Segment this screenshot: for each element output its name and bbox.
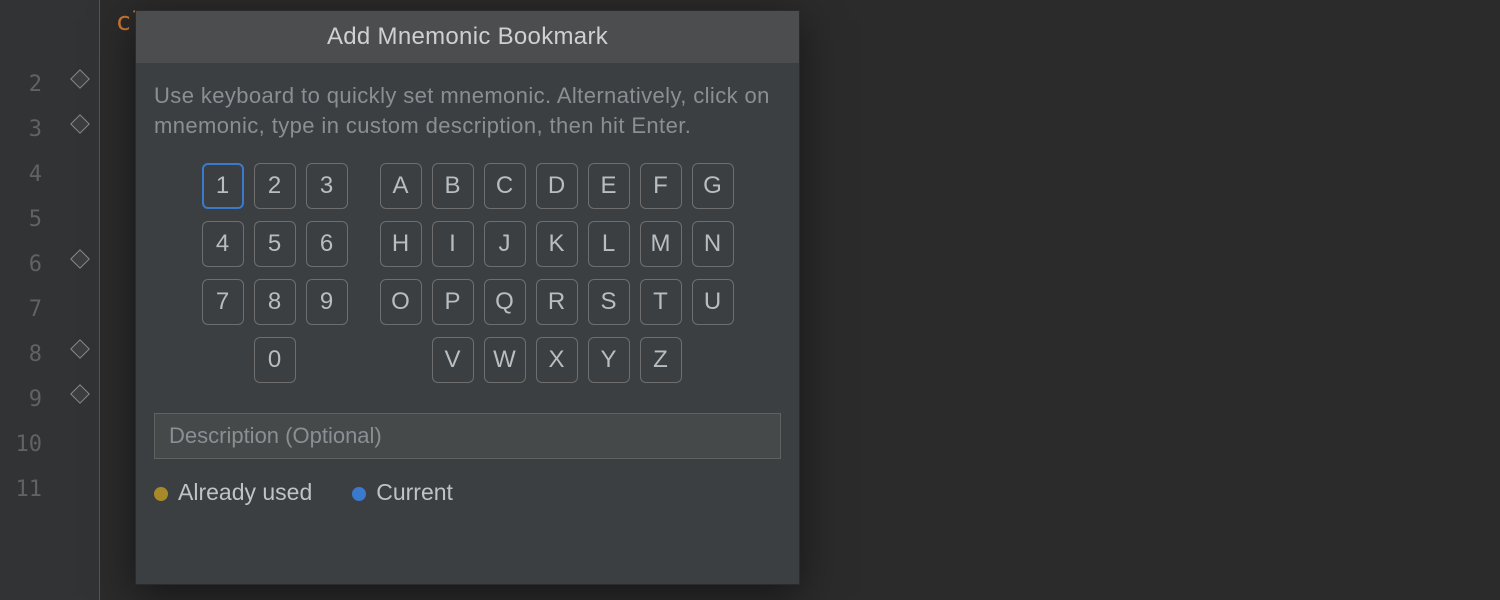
mnemonic-key-l[interactable]: L [588, 221, 630, 267]
popup-title: Add Mnemonic Bookmark [136, 11, 799, 63]
line-number: 9 [0, 377, 60, 422]
legend-dot-icon [352, 487, 366, 501]
popup-help-text: Use keyboard to quickly set mnemonic. Al… [154, 81, 781, 141]
mnemonic-key-k[interactable]: K [536, 221, 578, 267]
line-number: 11 [0, 467, 60, 512]
fold-marker-icon[interactable] [70, 384, 90, 404]
mnemonic-key-j[interactable]: J [484, 221, 526, 267]
mnemonic-key-h[interactable]: H [380, 221, 422, 267]
mnemonic-key-1[interactable]: 1 [202, 163, 244, 209]
line-number: 5 [0, 197, 60, 242]
mnemonic-key-t[interactable]: T [640, 279, 682, 325]
mnemonic-key-u[interactable]: U [692, 279, 734, 325]
mnemonic-key-r[interactable]: R [536, 279, 578, 325]
fold-marker-icon[interactable] [70, 249, 90, 269]
mnemonic-key-b[interactable]: B [432, 163, 474, 209]
mnemonic-key-6[interactable]: 6 [306, 221, 348, 267]
fold-marker-icon[interactable] [70, 69, 90, 89]
mnemonic-key-o[interactable]: O [380, 279, 422, 325]
fold-column [60, 0, 100, 600]
mnemonic-key-v[interactable]: V [432, 337, 474, 383]
mnemonic-key-5[interactable]: 5 [254, 221, 296, 267]
mnemonic-key-m[interactable]: M [640, 221, 682, 267]
mnemonic-key-d[interactable]: D [536, 163, 578, 209]
line-number: 6 [0, 242, 60, 287]
mnemonic-key-7[interactable]: 7 [202, 279, 244, 325]
add-mnemonic-bookmark-popup: Add Mnemonic Bookmark Use keyboard to qu… [135, 10, 800, 585]
line-number: 8 [0, 332, 60, 377]
mnemonic-key-grid: 123 456 7890 ABCDEFG HIJKLMN OPQRSTU VWXYZ [154, 163, 781, 383]
line-number: 2 [0, 62, 60, 107]
mnemonic-key-g[interactable]: G [692, 163, 734, 209]
mnemonic-key-s[interactable]: S [588, 279, 630, 325]
editor-gutter: 234567891011 [0, 0, 100, 600]
mnemonic-key-9[interactable]: 9 [306, 279, 348, 325]
mnemonic-key-z[interactable]: Z [640, 337, 682, 383]
mnemonic-key-q[interactable]: Q [484, 279, 526, 325]
mnemonic-key-n[interactable]: N [692, 221, 734, 267]
mnemonic-key-x[interactable]: X [536, 337, 578, 383]
legend-already-used: Already used [154, 479, 312, 506]
line-number: 4 [0, 152, 60, 197]
mnemonic-key-2[interactable]: 2 [254, 163, 296, 209]
fold-marker-icon[interactable] [70, 339, 90, 359]
line-number: 10 [0, 422, 60, 467]
legend-current: Current [352, 479, 453, 506]
mnemonic-key-y[interactable]: Y [588, 337, 630, 383]
description-input[interactable] [154, 413, 781, 459]
mnemonic-key-0[interactable]: 0 [254, 337, 296, 383]
mnemonic-key-3[interactable]: 3 [306, 163, 348, 209]
mnemonic-key-a[interactable]: A [380, 163, 422, 209]
mnemonic-key-w[interactable]: W [484, 337, 526, 383]
fold-marker-icon[interactable] [70, 114, 90, 134]
mnemonic-key-i[interactable]: I [432, 221, 474, 267]
legend: Already used Current [154, 459, 781, 506]
mnemonic-key-e[interactable]: E [588, 163, 630, 209]
mnemonic-key-c[interactable]: C [484, 163, 526, 209]
line-number: 7 [0, 287, 60, 332]
legend-dot-icon [154, 487, 168, 501]
line-number: 3 [0, 107, 60, 152]
mnemonic-key-4[interactable]: 4 [202, 221, 244, 267]
mnemonic-key-p[interactable]: P [432, 279, 474, 325]
mnemonic-key-f[interactable]: F [640, 163, 682, 209]
mnemonic-key-8[interactable]: 8 [254, 279, 296, 325]
